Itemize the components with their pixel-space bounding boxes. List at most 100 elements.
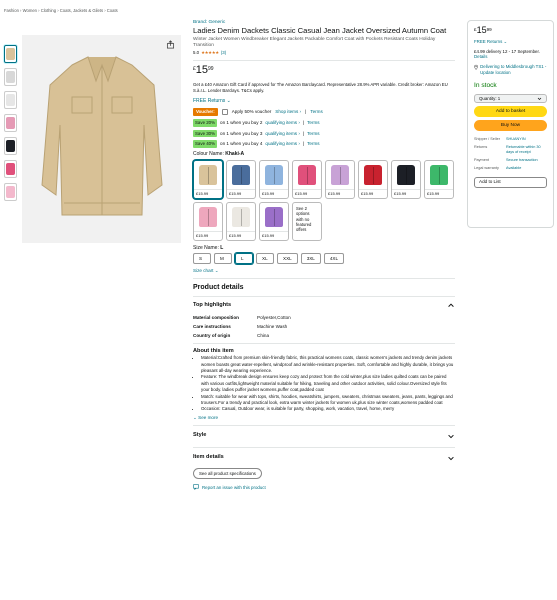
size-value: L [220, 244, 224, 251]
divider [193, 278, 455, 280]
qualifying-items-link[interactable]: qualifying items › [265, 141, 299, 147]
see-more-link[interactable]: ⌄ See more [193, 415, 455, 421]
size-option-l[interactable]: L [235, 253, 253, 265]
swatch-price: £15.99 [227, 189, 255, 197]
divider [193, 60, 455, 62]
size-option-m[interactable]: M [214, 253, 232, 265]
jacket-icon [199, 165, 217, 186]
chevron-up-icon[interactable] [447, 301, 455, 309]
meta-value[interactable]: Available [506, 166, 547, 171]
savings-terms-link[interactable]: Terms [307, 120, 320, 126]
thumbnail-image[interactable] [4, 45, 17, 63]
chevron-down-icon [537, 97, 542, 101]
item-details-toggle[interactable]: Item details [193, 454, 455, 462]
size-option-xl[interactable]: XL [256, 253, 274, 265]
chevron-down-icon[interactable] [447, 454, 455, 462]
buy-box: £ 15 99 FREE Returns ⌄ £4.99 delivery 12… [467, 20, 554, 228]
more-options-link[interactable]: See 2 options with no featured offers [292, 201, 322, 241]
add-to-list-button[interactable]: Add to List [474, 176, 547, 188]
share-icon[interactable] [166, 40, 175, 49]
colour-swatch-denim-blue[interactable]: £15.99 [226, 159, 256, 199]
free-returns-link[interactable]: FREE Returns ⌄ [193, 98, 455, 105]
price-whole: 15 [476, 25, 487, 35]
savings-text: on 1 when you buy 4 [220, 141, 263, 147]
jacket-icon [265, 207, 283, 228]
rating-count[interactable]: (3) [221, 50, 226, 56]
breadcrumb[interactable]: Fashion › Women › Clothing › Coats, Jack… [4, 8, 118, 13]
qualifying-items-link[interactable]: qualifying items › [265, 131, 299, 137]
thumbnail-image[interactable] [4, 91, 17, 109]
thumbnail-image[interactable] [4, 114, 17, 132]
thumbnail-image[interactable] [4, 137, 17, 155]
colour-swatch-pink[interactable]: £15.99 [292, 159, 322, 199]
star-rating-icon: ★★★★★ [201, 50, 219, 56]
thumbnail-jacket-icon [6, 140, 15, 152]
chevron-down-icon[interactable] [447, 432, 455, 440]
product-title: Ladies Denim Dackets Classic Casual Jean… [193, 26, 447, 36]
colour-swatch-purple[interactable]: £15.99 [259, 201, 289, 241]
price-fraction: 99 [486, 27, 492, 32]
colour-swatch-black[interactable]: £15.99 [391, 159, 421, 199]
spec-key: Material composition [193, 315, 239, 321]
jacket-icon [430, 165, 448, 186]
colour-swatch-light-pink[interactable]: £15.99 [193, 201, 223, 241]
size-chart-link[interactable]: Size chart ⌄ [193, 268, 455, 274]
swatch-image [326, 161, 354, 190]
meta-value[interactable]: SHUANYIN [506, 137, 547, 142]
savings-text: on 1 when you buy 3 [220, 130, 263, 136]
size-option-s[interactable]: S [193, 253, 211, 265]
colour-swatch-khaki[interactable]: £15.99 [193, 159, 223, 199]
see-all-specs-button[interactable]: See all product specifications [193, 467, 262, 480]
report-issue-link[interactable]: Report an issue with this product [193, 484, 455, 491]
colour-swatch-red[interactable]: £15.99 [358, 159, 388, 199]
quantity-select[interactable]: Quantity: 1 [474, 94, 547, 104]
spec-value: Machine Wash [257, 324, 288, 330]
separator: | [302, 130, 305, 136]
spec-table: Material composition Polyester,Cotton Care… [193, 315, 455, 339]
thumbnail-image[interactable] [4, 68, 17, 86]
voucher-terms-link[interactable]: Terms [310, 109, 323, 115]
spec-value: Polyester,Cotton [257, 315, 291, 321]
stock-status: In stock [474, 81, 497, 89]
swatch-image [260, 161, 288, 190]
colour-swatch-lilac[interactable]: £15.99 [325, 159, 355, 199]
top-highlights-toggle[interactable]: Top highlights [193, 301, 455, 309]
colour-swatch-green[interactable]: £15.99 [424, 159, 454, 199]
size-label: Size Name: [193, 244, 219, 251]
savings-terms-link[interactable]: Terms [307, 131, 320, 137]
size-option-xxl[interactable]: XXL [277, 253, 298, 265]
savings-badge: Save 40% [193, 140, 218, 149]
thumbnail-image[interactable] [4, 183, 17, 201]
buybox-price: £ 15 99 [474, 26, 547, 35]
deliver-to-location[interactable]: Delivering to Middlesbrough TS1 - Update… [474, 64, 547, 75]
voucher-checkbox[interactable] [221, 109, 228, 116]
colour-label-row: Colour Name: Khaki-A [193, 151, 455, 158]
spec-value: China [257, 333, 270, 339]
shop-items-link[interactable]: Shop items › [275, 109, 301, 115]
style-heading: Style [193, 432, 207, 439]
meta-value[interactable]: Returnable within 30 days of receipt [506, 145, 547, 155]
size-option-4xl[interactable]: 4XL [323, 253, 345, 265]
swatch-image [194, 203, 222, 232]
colour-swatch-light-blue[interactable]: £15.99 [259, 159, 289, 199]
qualifying-items-link[interactable]: qualifying items › [265, 120, 299, 126]
seller-info: Shipper / Seller SHUANYIN Returns Returnabl… [474, 137, 547, 171]
colour-swatch-white[interactable]: £15.99 [226, 201, 256, 241]
quantity-value: Quantity: 1 [479, 95, 501, 101]
style-toggle[interactable]: Style [193, 432, 455, 440]
add-to-basket-button[interactable]: Add to basket [474, 106, 547, 118]
buybox-free-returns[interactable]: FREE Returns ⌄ [474, 39, 547, 45]
delivery-details-link[interactable]: Details [474, 54, 487, 59]
main-product-image[interactable] [22, 35, 181, 243]
buy-now-button[interactable]: Buy Now [474, 120, 547, 132]
size-option-3xl[interactable]: 3XL [300, 253, 321, 265]
meta-value[interactable]: Secure transaction [506, 158, 547, 163]
divider [193, 446, 455, 448]
jacket-icon [397, 165, 415, 186]
savings-list: Save 20% on 1 when you buy 2 qualifying it… [193, 118, 455, 149]
savings-terms-link[interactable]: Terms [307, 141, 320, 147]
rating-row[interactable]: 5.0 ★★★★★ (3) [193, 50, 455, 56]
savings-row: Save 40% on 1 when you buy 4 qualifying it… [193, 140, 455, 149]
thumbnail-image[interactable] [4, 160, 17, 178]
thumbnail-jacket-icon [6, 71, 15, 83]
